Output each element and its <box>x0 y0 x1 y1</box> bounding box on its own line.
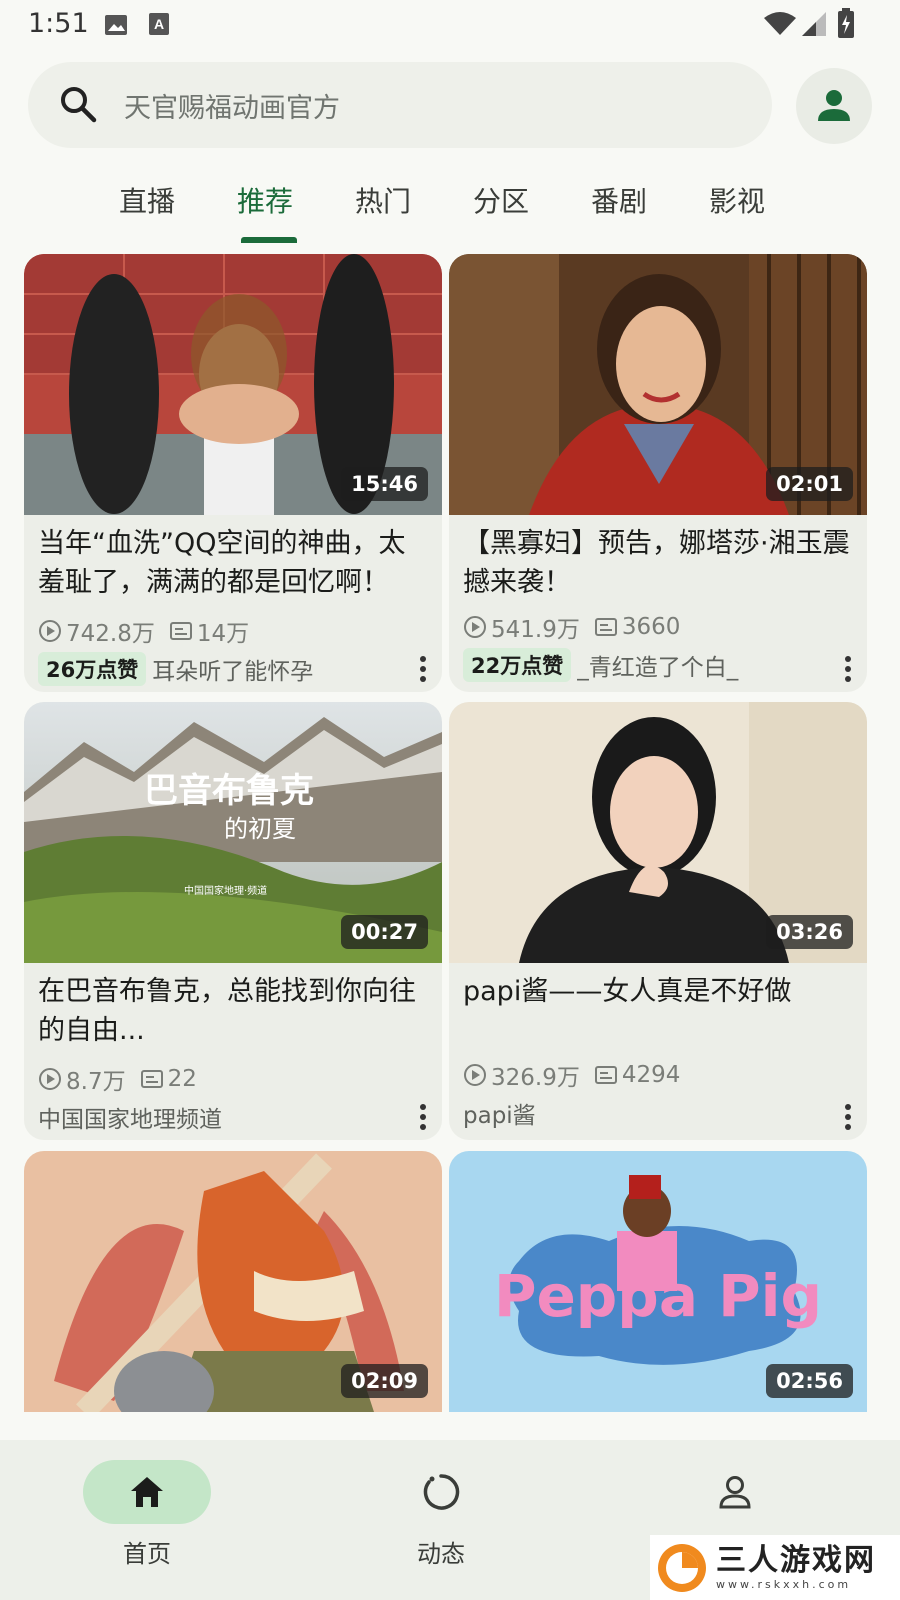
video-title[interactable]: 【黑寡妇】预告，娜塔莎·湘玉震撼来袭！ <box>463 524 853 602</box>
gallery-icon <box>105 15 127 35</box>
signal-icon <box>802 12 826 36</box>
search-placeholder: 天官赐福动画官方 <box>124 93 340 124</box>
search-icon <box>61 87 97 123</box>
avatar-button[interactable] <box>796 68 872 144</box>
video-duration: 02:56 <box>766 1364 853 1398</box>
tab-hot[interactable]: 热门 <box>323 180 443 220</box>
video-author[interactable]: papi酱 <box>463 1096 536 1130</box>
video-duration: 03:26 <box>766 915 853 949</box>
svg-text:A: A <box>154 16 164 32</box>
tab-live[interactable]: 直播 <box>87 180 207 220</box>
nav-dynamic-label: 动态 <box>417 1540 465 1568</box>
video-thumbnail[interactable]: Peppa Pig 02:56 <box>449 1151 867 1412</box>
video-thumbnail[interactable]: 15:46 <box>24 254 442 515</box>
more-vert-icon[interactable] <box>843 652 853 686</box>
video-duration: 02:09 <box>341 1364 428 1398</box>
watermark: 三人游戏网 www.rskxxh.com <box>650 1535 900 1600</box>
wifi-icon <box>764 12 796 35</box>
tab-anime[interactable]: 番剧 <box>559 180 679 220</box>
video-meta: 中国国家地理频道 <box>38 1100 428 1134</box>
video-meta: 26万点赞 耳朵听了能怀孕 <box>38 652 428 686</box>
more-vert-icon[interactable] <box>418 652 428 686</box>
nav-dynamic[interactable]: 动态 <box>361 1460 521 1569</box>
profile-icon <box>719 1476 751 1509</box>
danmaku-icon <box>169 622 192 640</box>
nav-home[interactable]: 首页 <box>67 1460 227 1569</box>
video-thumbnail[interactable]: 巴音布鲁克 的初夏 中国国家地理·频道 00:27 <box>24 702 442 963</box>
danmaku-count: 22 <box>167 1066 197 1092</box>
video-duration: 02:01 <box>766 467 853 501</box>
nav-home-label: 首页 <box>123 1540 171 1568</box>
video-stats: 541.9万 3660 <box>463 612 694 643</box>
person-icon <box>818 90 850 121</box>
video-meta: papi酱 <box>463 1096 853 1130</box>
view-count: 742.8万 <box>66 621 155 647</box>
play-count-icon <box>39 620 61 642</box>
status-time: 1:51 <box>28 8 89 39</box>
danmaku-icon <box>594 618 617 636</box>
home-icon <box>131 1477 163 1507</box>
video-card[interactable]: 15:46 当年“血洗”QQ空间的神曲，太羞耻了，满满的都是回忆啊！ 742.8… <box>24 254 442 692</box>
video-title[interactable]: 在巴音布鲁克，总能找到你向往的自由... <box>38 972 428 1050</box>
danmaku-icon <box>140 1070 163 1088</box>
tab-indicator <box>241 237 297 243</box>
video-stats: 742.8万 14万 <box>38 616 263 647</box>
play-count-icon <box>464 1064 486 1086</box>
video-title[interactable]: papi酱——女人真是不好做 <box>463 972 853 1011</box>
tab-movies[interactable]: 影视 <box>677 180 797 220</box>
tab-recommend[interactable]: 推荐 <box>205 180 325 220</box>
watermark-url: www.rskxxh.com <box>716 1578 852 1591</box>
font-icon: A <box>149 13 169 35</box>
video-card[interactable]: 巴音布鲁克 的初夏 中国国家地理·频道 00:27 在巴音布鲁克，总能找到你向往… <box>24 702 442 1140</box>
video-thumbnail[interactable]: 03:26 <box>449 702 867 963</box>
video-card[interactable]: 02:01 【黑寡妇】预告，娜塔莎·湘玉震撼来袭！ 541.9万 3660 22… <box>449 254 867 692</box>
video-card[interactable]: 03:26 papi酱——女人真是不好做 326.9万 4294 papi酱 <box>449 702 867 1140</box>
danmaku-count: 4294 <box>621 1062 681 1088</box>
view-count: 541.9万 <box>491 617 580 643</box>
video-duration: 15:46 <box>341 467 428 501</box>
search-bar[interactable]: 天官赐福动画官方 <box>28 62 772 148</box>
dynamic-icon <box>423 1474 460 1510</box>
thumbnail-logo: 中国国家地理·频道 <box>184 884 267 897</box>
like-badge: 26万点赞 <box>38 652 147 686</box>
status-bar: 1:51 A <box>0 0 900 50</box>
danmaku-count: 14万 <box>196 621 250 647</box>
like-badge: 22万点赞 <box>463 648 572 682</box>
video-author[interactable]: 中国国家地理频道 <box>38 1100 222 1134</box>
video-title[interactable]: 当年“血洗”QQ空间的神曲，太羞耻了，满满的都是回忆啊！ <box>38 524 428 602</box>
video-stats: 326.9万 4294 <box>463 1060 694 1091</box>
more-vert-icon[interactable] <box>843 1100 853 1134</box>
battery-icon <box>838 8 854 38</box>
danmaku-icon <box>594 1066 617 1084</box>
view-count: 326.9万 <box>491 1065 580 1091</box>
watermark-logo-icon <box>658 1543 706 1592</box>
tab-categories[interactable]: 分区 <box>441 180 561 220</box>
more-vert-icon[interactable] <box>418 1100 428 1134</box>
danmaku-count: 3660 <box>621 614 681 640</box>
view-count: 8.7万 <box>66 1069 126 1095</box>
video-thumbnail[interactable]: 02:01 <box>449 254 867 515</box>
video-meta: 22万点赞 _青红造了个白_ <box>463 648 853 682</box>
video-duration: 00:27 <box>341 915 428 949</box>
video-author[interactable]: _青红造了个白_ <box>577 648 738 682</box>
thumbnail-caption: 巴音布鲁克 <box>144 771 314 811</box>
nav-profile[interactable] <box>655 1460 815 1534</box>
video-stats: 8.7万 22 <box>38 1064 211 1095</box>
thumbnail-caption-sub: 的初夏 <box>224 815 296 843</box>
video-thumbnail[interactable]: 02:09 <box>24 1151 442 1412</box>
play-count-icon <box>464 616 486 638</box>
watermark-text: 三人游戏网 <box>716 1543 876 1578</box>
video-author[interactable]: 耳朵听了能怀孕 <box>152 652 313 686</box>
play-count-icon <box>39 1068 61 1090</box>
